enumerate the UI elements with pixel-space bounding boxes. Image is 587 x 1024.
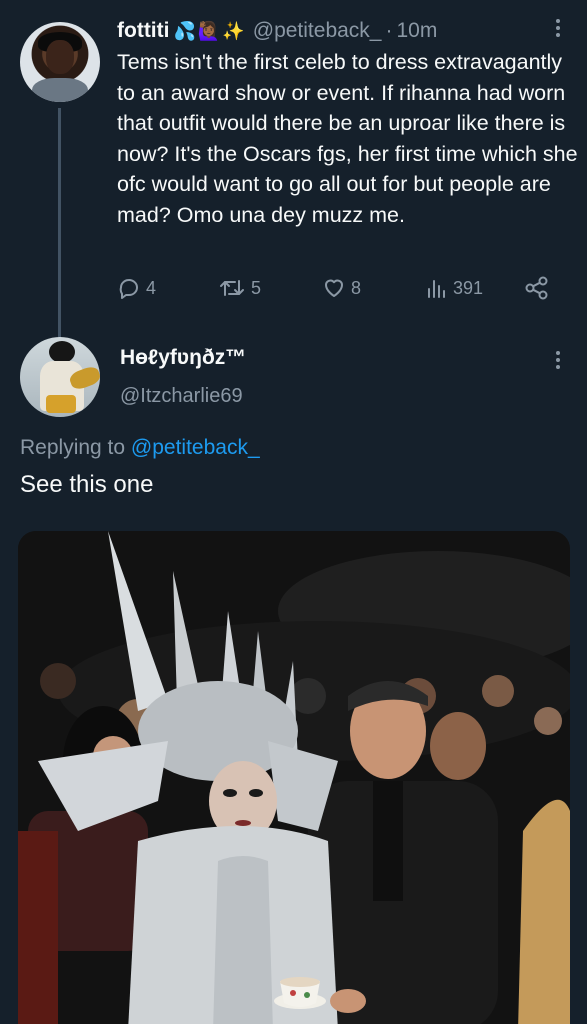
woman-raising-hand-emoji: 🙋🏾‍♀️ (197, 20, 221, 41)
retweet-icon (220, 280, 244, 296)
reply-bubble-icon (119, 279, 138, 299)
more-vertical-icon[interactable] (548, 15, 568, 41)
tweet-text: Tems isn't the first celeb to dress extr… (117, 50, 578, 227)
avatar-belt (46, 395, 76, 413)
photo-illustration (18, 531, 570, 1024)
timeline: fottiti 💦 🙋🏾‍♀️ ✨ @petiteback_ · 10m Tem… (0, 0, 587, 1024)
author-avatar[interactable] (20, 337, 100, 417)
share-button[interactable] (524, 273, 555, 303)
author-name[interactable]: fottiti (117, 19, 169, 43)
like-button[interactable]: 8 (322, 273, 361, 303)
views-button[interactable]: 391 (426, 273, 483, 303)
author-name[interactable]: Hɵℓyfʋŋðz™ (120, 346, 246, 370)
author-emoji: 💦 🙋🏾‍♀️ ✨ (173, 21, 244, 42)
like-count: 8 (351, 277, 362, 298)
author-handle[interactable]: @petiteback_ (253, 19, 382, 43)
retweet-count: 5 (251, 277, 262, 298)
reply-button[interactable]: 4 (117, 273, 156, 303)
avatar-head (49, 341, 75, 363)
replying-mention[interactable]: @petiteback_ (131, 436, 260, 459)
more-vertical-icon[interactable] (548, 347, 568, 373)
sparkles-emoji: ✨ (222, 20, 245, 41)
separator: · (385, 19, 393, 42)
tweet-actions: 4 5 8 391 (117, 273, 557, 303)
share-icon (525, 276, 548, 300)
tweet-header: fottiti 💦 🙋🏾‍♀️ ✨ @petiteback_ · 10m (117, 17, 437, 45)
avatar-face (46, 40, 74, 74)
reply-count: 4 (146, 277, 157, 298)
author-avatar[interactable] (20, 22, 100, 102)
views-count: 391 (453, 277, 484, 298)
replying-to: Replying to @petiteback_ (20, 436, 260, 460)
author-handle[interactable]: @Itzcharlie69 (120, 385, 243, 408)
avatar-clothing (32, 78, 88, 102)
thread-line (58, 108, 61, 338)
heart-icon (325, 279, 343, 297)
views-bar-chart-icon (428, 280, 445, 298)
tweet-media-photo[interactable] (18, 531, 570, 1024)
retweet-button[interactable]: 5 (218, 273, 261, 303)
replying-prefix: Replying to (20, 436, 131, 459)
tweet-text: See this one (20, 471, 154, 498)
timestamp[interactable]: 10m (396, 19, 437, 43)
sweat-droplets-emoji: 💦 (173, 20, 196, 41)
